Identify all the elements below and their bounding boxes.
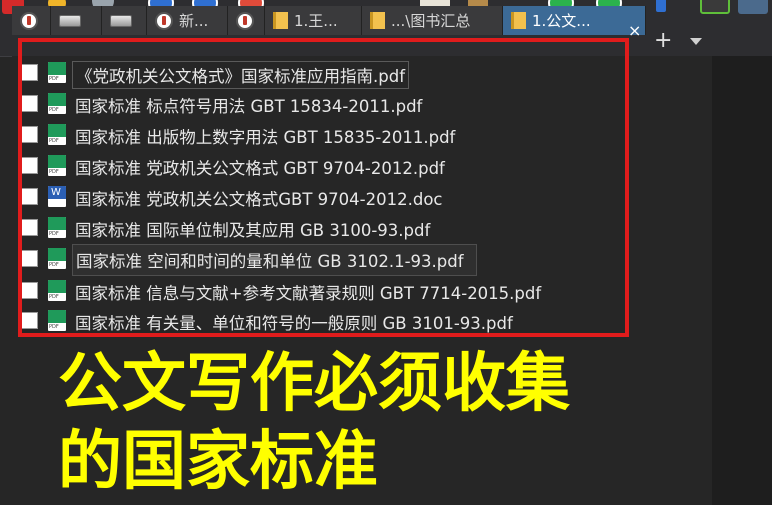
- tab-label: 1.王...: [294, 12, 338, 30]
- file-checkbox[interactable]: [21, 126, 38, 143]
- file-checkbox[interactable]: [21, 64, 38, 81]
- tab-6[interactable]: 1.王...: [265, 6, 362, 35]
- tab-5[interactable]: [228, 6, 265, 35]
- info-icon: [236, 11, 254, 30]
- tab-7[interactable]: ...\图书汇总: [362, 6, 503, 35]
- file-name[interactable]: 国家标准 党政机关公文格式GBT 9704-2012.doc: [75, 186, 443, 210]
- info-blue-icon[interactable]: [656, 0, 666, 12]
- info-icon: [20, 11, 38, 30]
- file-type-tag: PDF: [49, 76, 59, 82]
- file-checkbox[interactable]: [21, 157, 38, 174]
- pdf-file-icon: PDF: [48, 124, 66, 145]
- pdf-file-icon: PDF: [48, 62, 66, 83]
- file-type-tag: PDF: [49, 107, 59, 113]
- file-name[interactable]: 国家标准 出版物上数字用法 GBT 15835-2011.pdf: [75, 124, 455, 148]
- file-type-tag: PDF: [49, 138, 59, 144]
- folder-icon: [511, 12, 526, 29]
- file-name[interactable]: 国家标准 信息与文献+参考文献著录规则 GBT 7714-2015.pdf: [75, 280, 541, 304]
- layout-blue-icon[interactable]: [738, 0, 768, 14]
- pdf-file-icon: PDF: [48, 310, 66, 331]
- file-type-tag: W: [51, 187, 61, 198]
- file-name[interactable]: 国家标准 有关量、单位和符号的一般原则 GB 3101-93.pdf: [75, 310, 513, 334]
- file-checkbox[interactable]: [21, 282, 38, 299]
- pdf-file-icon: PDF: [48, 217, 66, 238]
- add-tab-button[interactable]: +: [654, 30, 672, 52]
- file-type-tag: PDF: [49, 169, 59, 175]
- file-checkbox[interactable]: [21, 219, 38, 236]
- file-name[interactable]: 《党政机关公文格式》国家标准应用指南.pdf: [72, 61, 410, 89]
- tab-label: 新...: [179, 12, 209, 30]
- pdf-file-icon: PDF: [48, 155, 66, 176]
- file-type-tag: PDF: [49, 231, 59, 237]
- file-checkbox[interactable]: [21, 95, 38, 112]
- tab-active[interactable]: 1.公文...: [503, 6, 646, 35]
- close-tab-icon[interactable]: ×: [628, 23, 641, 39]
- tab-list-dropdown-icon[interactable]: [690, 38, 702, 45]
- tab-3[interactable]: [102, 6, 147, 35]
- file-name[interactable]: 国家标准 国际单位制及其应用 GB 3100-93.pdf: [75, 217, 430, 241]
- file-name[interactable]: 国家标准 空间和时间的量和单位 GB 3102.1-93.pdf: [72, 244, 477, 276]
- file-type-tag: PDF: [49, 262, 59, 268]
- file-checkbox[interactable]: [21, 250, 38, 267]
- tab-2[interactable]: [51, 6, 102, 35]
- caption-line-2: 的国家标准: [58, 425, 378, 499]
- layout-green-icon[interactable]: [700, 0, 730, 14]
- pdf-file-icon: PDF: [48, 280, 66, 301]
- tab-4[interactable]: 新...: [147, 6, 228, 35]
- drive-icon: [110, 14, 132, 27]
- file-name[interactable]: 国家标准 标点符号用法 GBT 15834-2011.pdf: [75, 93, 422, 117]
- file-checkbox[interactable]: [21, 312, 38, 329]
- tab-label: 1.公文...: [532, 12, 591, 30]
- file-type-tag: PDF: [49, 294, 59, 300]
- word-file-icon: W: [48, 186, 66, 207]
- file-name[interactable]: 国家标准 党政机关公文格式 GBT 9704-2012.pdf: [75, 155, 445, 179]
- file-checkbox[interactable]: [21, 188, 38, 205]
- folder-icon: [370, 12, 385, 29]
- pdf-file-icon: PDF: [48, 93, 66, 114]
- file-type-tag: PDF: [49, 324, 59, 330]
- tab-label: ...\图书汇总: [391, 12, 471, 30]
- drive-icon: [59, 14, 81, 27]
- info-icon: [155, 11, 173, 30]
- preview-pane: [712, 56, 772, 505]
- folder-icon: [273, 12, 288, 29]
- caption-line-1: 公文写作必须收集: [58, 347, 570, 421]
- pdf-file-icon: PDF: [48, 248, 66, 269]
- tab-1[interactable]: [12, 6, 51, 35]
